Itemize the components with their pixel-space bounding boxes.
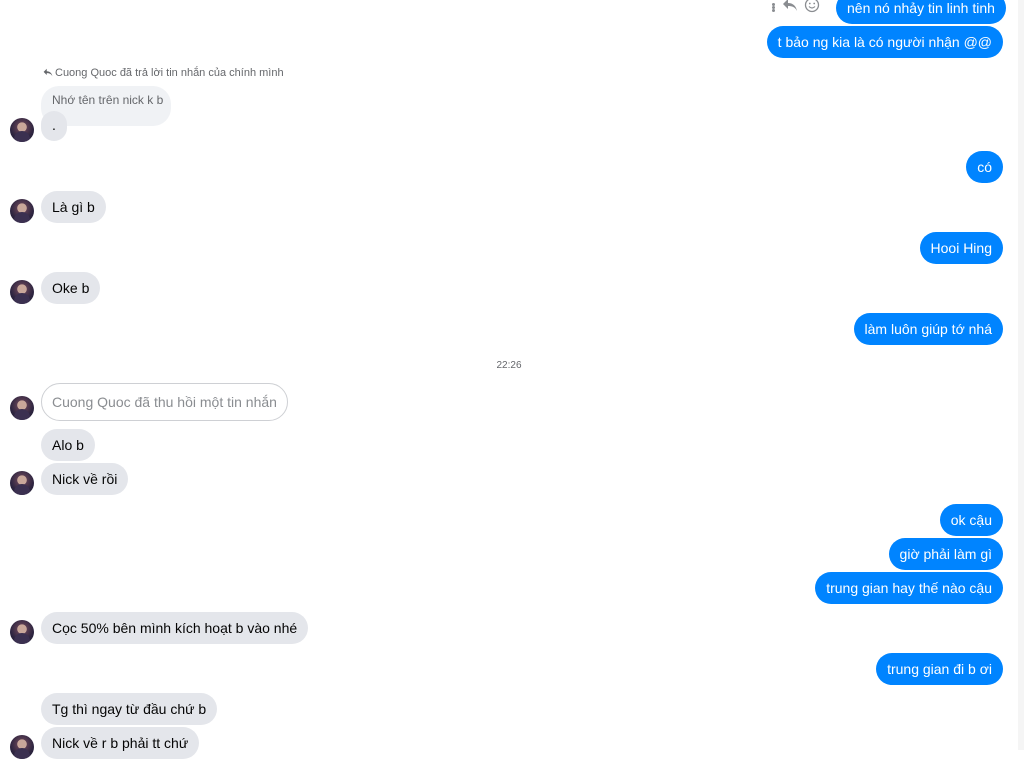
avatar[interactable] — [10, 735, 34, 759]
message-outgoing[interactable]: giờ phải làm gì — [888, 538, 1003, 570]
message-incoming[interactable]: Alo b — [41, 429, 95, 461]
message-outgoing[interactable]: trung gian hay thế nào cậu — [815, 572, 1003, 604]
message-outgoing[interactable]: trung gian đi b ơi — [876, 653, 1003, 685]
recalled-message: Cuong Quoc đã thu hồi một tin nhắn — [41, 383, 288, 421]
message-incoming[interactable]: Nick về r b phải tt chứ — [41, 727, 200, 759]
avatar[interactable] — [10, 471, 34, 495]
reply-icon[interactable] — [782, 0, 798, 16]
more-vertical-icon[interactable] — [772, 2, 776, 12]
smiley-icon[interactable] — [804, 0, 820, 17]
message-outgoing[interactable]: nên nó nhảy tin linh tinh — [836, 0, 1006, 24]
avatar[interactable] — [10, 118, 34, 142]
message-outgoing[interactable]: t bảo ng kia là có người nhận @@ — [766, 26, 1003, 58]
scrollbar[interactable] — [1018, 0, 1024, 750]
message-incoming[interactable]: Tg thì ngay từ đầu chứ b — [41, 693, 218, 725]
message-outgoing[interactable]: làm luôn giúp tớ nhá — [853, 313, 1003, 345]
message-actions — [772, 0, 820, 16]
reply-icon — [43, 68, 53, 77]
message-incoming[interactable]: . — [41, 111, 67, 141]
message-incoming[interactable]: Oke b — [41, 272, 101, 304]
timestamp: 22:26 — [496, 360, 522, 371]
message-incoming[interactable]: Nick về rồi — [41, 463, 129, 495]
message-incoming[interactable]: Là gì b — [41, 191, 106, 223]
message-outgoing[interactable]: ok cậu — [939, 504, 1003, 536]
reply-context-note: Cuong Quoc đã trả lời tin nhắn của chính… — [43, 67, 284, 79]
message-outgoing[interactable]: có — [966, 151, 1003, 183]
avatar[interactable] — [10, 620, 34, 644]
avatar[interactable] — [10, 199, 34, 223]
avatar[interactable] — [10, 280, 34, 304]
message-outgoing[interactable]: Hooi Hing — [919, 232, 1003, 264]
message-incoming[interactable]: Cọc 50% bên mình kích hoạt b vào nhé — [41, 612, 309, 644]
avatar[interactable] — [10, 396, 34, 420]
